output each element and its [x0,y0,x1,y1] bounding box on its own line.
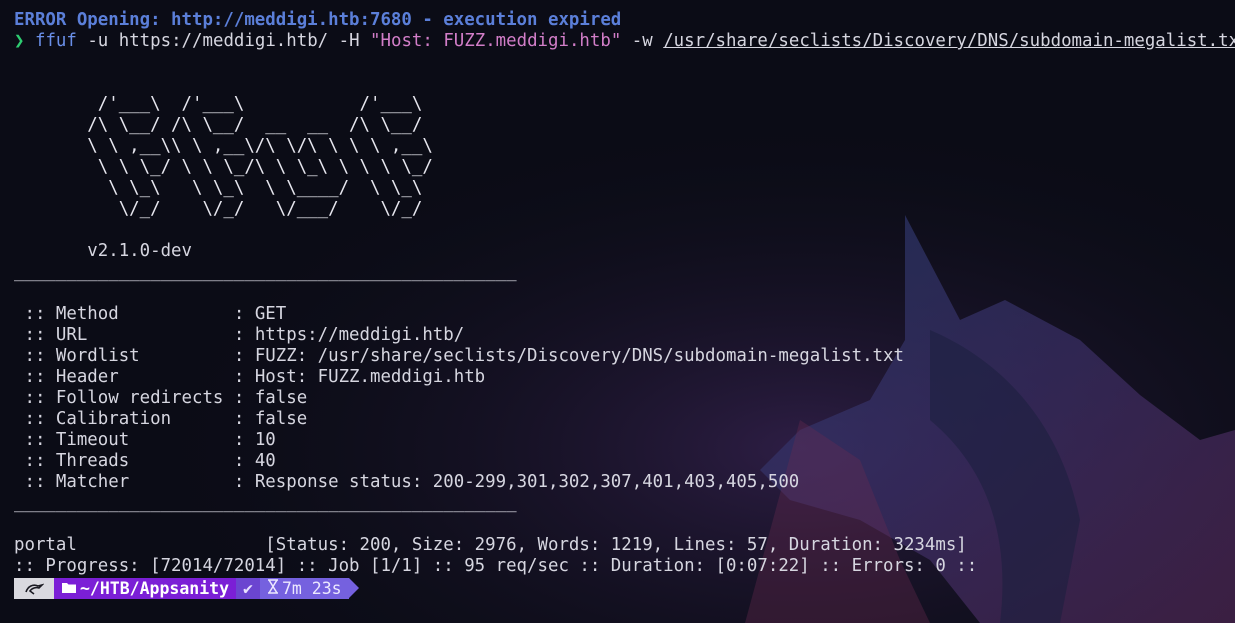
prompt-status-bar: ~/HTB/Appsanity ✔ 7m 23s [14,578,359,599]
ffuf-banner-line: \ \_\ \ \_\ \ \____/ \ \_\ [14,178,496,198]
setting-row-url: :: URL : https://meddigi.htb/ [14,325,1235,346]
setting-key: :: URL [14,325,234,345]
wordlist-path-link[interactable]: /usr/share/seclists/Discovery/DNS/subdom… [663,31,1235,51]
prompt-arrow-icon: ❯ [14,31,25,51]
result-line: portal [Status: 200, Size: 2976, Words: … [14,535,967,555]
setting-value: : false [233,409,308,429]
setting-key: :: Follow redirects [14,388,234,408]
setting-key: :: Calibration [14,409,234,429]
hourglass-icon [267,579,279,598]
directory-path: ~/HTB/Appsanity [80,579,230,598]
setting-value: : Host: FUZZ.meddigi.htb [233,367,486,387]
command-args-mid: -w [621,31,664,51]
setting-key: :: Timeout [14,430,234,450]
command-line: ❯ ffuf -u https://meddigi.htb/ -H "Host:… [14,31,1235,52]
setting-row-calibration: :: Calibration : false [14,409,1235,430]
setting-row-method: :: Method : GET [14,304,1235,325]
exit-status-segment: ✔ [236,578,260,599]
setting-row-threads: :: Threads : 40 [14,451,1235,472]
elapsed-time: 7m 23s [281,579,342,598]
folder-icon [61,579,77,598]
setting-value: : FUZZ: /usr/share/seclists/Discovery/DN… [233,346,904,366]
setting-row-timeout: :: Timeout : 10 [14,430,1235,451]
version-text: v2.1.0-dev [14,241,192,261]
setting-key: :: Threads [14,451,234,471]
setting-value: : 40 [233,451,276,471]
setting-value: : GET [233,304,287,324]
command-program: ffuf [34,31,77,51]
setting-key: :: Wordlist [14,346,234,366]
setting-row-follow-redirects: :: Follow redirects : false [14,388,1235,409]
setting-row-header: :: Header : Host: FUZZ.meddigi.htb [14,367,1235,388]
ffuf-banner-line: \ \ ,__\\ \ ,__\/\ \/\ \ \ \ ,__\ [14,136,496,156]
setting-value: : 10 [233,430,276,450]
setting-value: : false [233,388,308,408]
ffuf-banner-line: /'___\ /'___\ /'___\ [14,94,496,114]
status-bar-end-cap [348,578,359,598]
setting-key: :: Header [14,367,234,387]
terminal-output: ERROR Opening: http://meddigi.htb:7680 -… [14,10,1235,623]
ffuf-banner-line: \/_/ \/_/ \/___/ \/_/ [14,199,496,219]
ffuf-banner-line: \ \ \_/ \ \ \_/\ \ \_\ \ \ \ \_/ [14,157,496,177]
setting-key: :: Method [14,304,234,324]
elapsed-time-segment: 7m 23s [259,578,349,599]
command-header-string: "Host: FUZZ.meddigi.htb" [370,31,622,51]
setting-value: : https://meddigi.htb/ [233,325,465,345]
setting-row-wordlist: :: Wordlist : FUZZ: /usr/share/seclists/… [14,346,1235,367]
progress-line: :: Progress: [72014/72014] :: Job [1/1] … [14,556,978,576]
command-args: -u https://meddigi.htb/ -H [76,31,371,51]
setting-key: :: Matcher [14,472,234,492]
error-line: ERROR Opening: http://meddigi.htb:7680 -… [14,10,622,30]
directory-segment: ~/HTB/Appsanity [54,578,237,599]
divider-rule: ________________________________________… [14,493,517,513]
ffuf-banner-line: /\ \__/ /\ \__/ __ __ /\ \__/ [14,115,496,135]
divider-rule: ________________________________________… [14,262,517,282]
setting-value: : Response status: 200-299,301,302,307,4… [233,472,800,492]
kali-logo-icon [14,578,54,599]
setting-row-matcher: :: Matcher : Response status: 200-299,30… [14,472,1235,493]
checkmark-icon: ✔ [243,579,253,598]
